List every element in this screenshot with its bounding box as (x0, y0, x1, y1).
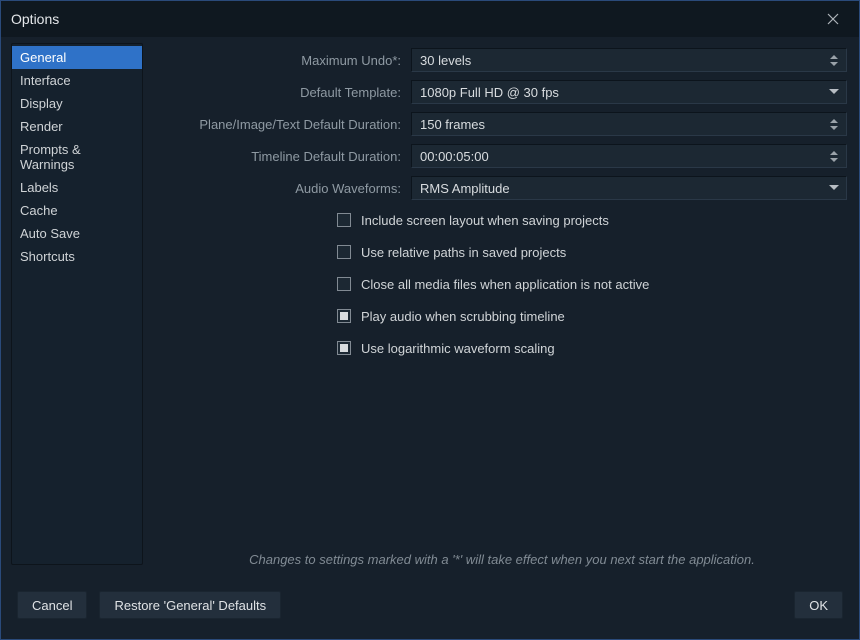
sidebar: General Interface Display Render Prompts… (11, 43, 143, 565)
row-audio-waveforms: Audio Waveforms: RMS Amplitude (157, 177, 847, 199)
spinner-icon (826, 49, 842, 71)
field-plane-duration[interactable]: 150 frames (411, 112, 847, 136)
sidebar-item-general[interactable]: General (12, 46, 142, 69)
label-plane-duration: Plane/Image/Text Default Duration: (157, 117, 411, 132)
field-audio-waveforms[interactable]: RMS Amplitude (411, 176, 847, 200)
sidebar-item-prompts-warnings[interactable]: Prompts & Warnings (12, 138, 142, 176)
dialog-body: General Interface Display Render Prompts… (1, 37, 859, 579)
check-row-include-layout: Include screen layout when saving projec… (157, 209, 847, 231)
check-row-play-audio: Play audio when scrubbing timeline (157, 305, 847, 327)
checkbox-label[interactable]: Use relative paths in saved projects (361, 245, 566, 260)
spinner-icon (826, 145, 842, 167)
sidebar-item-cache[interactable]: Cache (12, 199, 142, 222)
sidebar-item-interface[interactable]: Interface (12, 69, 142, 92)
field-default-template[interactable]: 1080p Full HD @ 30 fps (411, 80, 847, 104)
restore-defaults-button[interactable]: Restore 'General' Defaults (99, 591, 281, 619)
row-default-template: Default Template: 1080p Full HD @ 30 fps (157, 81, 847, 103)
checkbox-label[interactable]: Play audio when scrubbing timeline (361, 309, 565, 324)
chevron-down-icon (826, 177, 842, 199)
ok-button[interactable]: OK (794, 591, 843, 619)
label-timeline-duration: Timeline Default Duration: (157, 149, 411, 164)
field-max-undo[interactable]: 30 levels (411, 48, 847, 72)
checkbox-close-media[interactable] (337, 277, 351, 291)
checkbox-label[interactable]: Close all media files when application i… (361, 277, 649, 292)
settings-rows: Maximum Undo*: 30 levels Default Templat… (157, 49, 847, 359)
cancel-button[interactable]: Cancel (17, 591, 87, 619)
options-dialog: Options General Interface Display Render… (0, 0, 860, 640)
checkbox-label[interactable]: Include screen layout when saving projec… (361, 213, 609, 228)
sidebar-item-display[interactable]: Display (12, 92, 142, 115)
content-pane: Maximum Undo*: 30 levels Default Templat… (143, 43, 847, 573)
chevron-down-icon (826, 81, 842, 103)
value-audio-waveforms: RMS Amplitude (420, 181, 510, 196)
check-row-log-waveform: Use logarithmic waveform scaling (157, 337, 847, 359)
label-max-undo: Maximum Undo*: (157, 53, 411, 68)
checkbox-play-audio[interactable] (337, 309, 351, 323)
field-timeline-duration[interactable]: 00:00:05:00 (411, 144, 847, 168)
value-plane-duration: 150 frames (420, 117, 485, 132)
titlebar: Options (1, 1, 859, 37)
close-icon (827, 13, 839, 25)
sidebar-item-auto-save[interactable]: Auto Save (12, 222, 142, 245)
close-button[interactable] (817, 6, 849, 32)
window-title: Options (11, 11, 59, 27)
check-row-close-media: Close all media files when application i… (157, 273, 847, 295)
restart-hint: Changes to settings marked with a '*' wi… (157, 542, 847, 573)
row-timeline-duration: Timeline Default Duration: 00:00:05:00 (157, 145, 847, 167)
row-plane-duration: Plane/Image/Text Default Duration: 150 f… (157, 113, 847, 135)
row-max-undo: Maximum Undo*: 30 levels (157, 49, 847, 71)
label-default-template: Default Template: (157, 85, 411, 100)
value-default-template: 1080p Full HD @ 30 fps (420, 85, 559, 100)
footer: Cancel Restore 'General' Defaults OK (1, 579, 859, 639)
checkbox-include-layout[interactable] (337, 213, 351, 227)
label-audio-waveforms: Audio Waveforms: (157, 181, 411, 196)
sidebar-item-render[interactable]: Render (12, 115, 142, 138)
sidebar-item-shortcuts[interactable]: Shortcuts (12, 245, 142, 268)
value-max-undo: 30 levels (420, 53, 471, 68)
spinner-icon (826, 113, 842, 135)
checkbox-log-waveform[interactable] (337, 341, 351, 355)
checkbox-relative-paths[interactable] (337, 245, 351, 259)
value-timeline-duration: 00:00:05:00 (420, 149, 489, 164)
checkbox-label[interactable]: Use logarithmic waveform scaling (361, 341, 555, 356)
sidebar-item-labels[interactable]: Labels (12, 176, 142, 199)
check-row-relative-paths: Use relative paths in saved projects (157, 241, 847, 263)
